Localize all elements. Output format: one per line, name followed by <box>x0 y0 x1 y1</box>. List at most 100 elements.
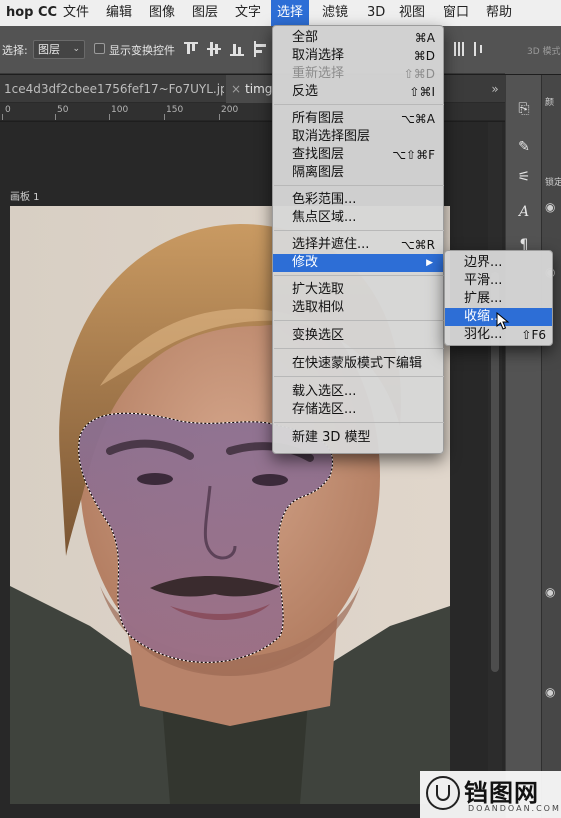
watermark: 铛图网 DOANDOAN.COM <box>420 771 561 818</box>
menu-separator <box>274 275 444 276</box>
menu-item-label: 反选 <box>292 84 319 99</box>
menu-item-shortcut: ⌥⌘A <box>400 112 435 126</box>
menu-item-transform-selection[interactable]: 变换选区 <box>273 327 443 345</box>
menu-item-shortcut: ⌥⇧⌘F <box>392 148 435 162</box>
menu-image[interactable]: 图像 <box>143 0 181 26</box>
adjustments-icon[interactable]: ⚟ <box>512 165 536 189</box>
vertical-scrollbar[interactable] <box>488 122 502 818</box>
menu-item-save-selection[interactable]: 存储选区... <box>273 401 443 419</box>
close-icon[interactable]: × <box>231 82 241 96</box>
menu-separator <box>274 104 444 105</box>
menu-type[interactable]: 文字 <box>229 0 267 26</box>
character-icon[interactable]: A <box>512 200 536 224</box>
menu-item-shortcut: ⌘D <box>413 49 435 63</box>
menu-separator <box>274 422 444 423</box>
modify-submenu: 边界... 平滑... 扩展... 收缩... 羽化... ⇧F6 <box>444 250 553 346</box>
layer-select-dropdown[interactable]: 图层 ⌄ <box>33 40 85 59</box>
menu-item-label: 选取相似 <box>292 300 345 315</box>
menu-item-color-range[interactable]: 色彩范围... <box>273 191 443 209</box>
menu-filter[interactable]: 滤镜 <box>316 0 354 26</box>
menu-item-all-layers[interactable]: 所有图层 ⌥⌘A <box>273 110 443 128</box>
auto-select-label: 选择: <box>2 44 28 57</box>
ruler-tick-label: 150 <box>166 105 184 115</box>
menu-item-deselect-layers[interactable]: 取消选择图层 <box>273 128 443 146</box>
ruler-mark <box>164 114 165 120</box>
menu-file[interactable]: 文件 <box>57 0 95 26</box>
menu-edit[interactable]: 编辑 <box>100 0 138 26</box>
menu-item-load-selection[interactable]: 载入选区... <box>273 383 443 401</box>
menu-help[interactable]: 帮助 <box>480 0 518 26</box>
menu-item-deselect[interactable]: 取消选择 ⌘D <box>273 47 443 65</box>
tab-overflow-button[interactable]: » <box>485 75 505 103</box>
menu-item-shortcut: ⇧F6 <box>521 328 546 342</box>
menu-item-similar[interactable]: 选取相似 <box>273 299 443 317</box>
watermark-title: 铛图网 <box>464 779 539 807</box>
menu-item-focus-area[interactable]: 焦点区域... <box>273 209 443 227</box>
menu-separator <box>274 185 444 186</box>
ruler-tick-label: 0 <box>5 105 11 115</box>
menu-item-label: 选择并遮住... <box>292 237 370 252</box>
eye-icon[interactable]: ◉ <box>545 200 555 214</box>
menu-window[interactable]: 窗口 <box>437 0 475 26</box>
distribute-2-icon[interactable] <box>472 40 486 58</box>
align-vertical-center-icon[interactable] <box>207 40 221 58</box>
menu-item-quick-mask[interactable]: 在快速蒙版模式下编辑 <box>273 355 443 373</box>
ruler-mark <box>2 114 3 120</box>
menu-3d[interactable]: 3D <box>361 0 391 26</box>
menu-item-reselect: 重新选择 ⇧⌘D <box>273 65 443 83</box>
menu-item-modify[interactable]: 修改 ▶ <box>273 254 443 272</box>
show-transform-label: 显示变换控件 <box>109 44 175 57</box>
menu-separator <box>274 230 444 231</box>
menu-item-label: 扩展... <box>464 291 503 306</box>
menu-item-label: 存储选区... <box>292 402 357 417</box>
side-panel: 颜 锁定 ◉ ◉ ◉ ◉ <box>541 75 561 818</box>
menu-view[interactable]: 视图 <box>393 0 431 26</box>
align-left-icon[interactable] <box>253 40 267 58</box>
menu-item-select-and-mask[interactable]: 选择并遮住... ⌥⌘R <box>273 236 443 254</box>
menu-item-all[interactable]: 全部 ⌘A <box>273 29 443 47</box>
ruler-tick-label: 50 <box>57 105 69 115</box>
brush-icon[interactable]: ✎ <box>512 135 536 159</box>
panel-title: 颜 <box>545 98 555 108</box>
menu-item-label: 焦点区域... <box>292 210 357 225</box>
watermark-subtitle: DOANDOAN.COM <box>468 804 561 813</box>
history-icon[interactable]: ⎘ <box>512 97 536 121</box>
menu-item-shortcut: ⇧⌘I <box>409 85 435 99</box>
menu-item-label: 在快速蒙版模式下编辑 <box>292 356 423 371</box>
menu-layer[interactable]: 图层 <box>186 0 224 26</box>
menu-item-find-layers[interactable]: 查找图层 ⌥⇧⌘F <box>273 146 443 164</box>
align-top-icon[interactable] <box>184 40 198 58</box>
eye-icon[interactable]: ◉ <box>545 685 555 699</box>
menu-item-grow[interactable]: 扩大选取 <box>273 281 443 299</box>
bell-logo-icon <box>426 776 460 810</box>
menu-item-isolate-layers[interactable]: 隔离图层 <box>273 164 443 182</box>
tab-jpeg[interactable]: 1ce4d3df2cbee1756fef17~Fo7UYL.jpeg <box>0 75 224 103</box>
layer-select-value: 图层 <box>38 43 60 56</box>
lock-label: 锁定 <box>545 178 561 188</box>
tab-timg[interactable]: × timg <box>226 75 272 103</box>
menu-item-label: 取消选择图层 <box>292 129 371 144</box>
align-bottom-icon[interactable] <box>230 40 244 58</box>
menu-item-inverse[interactable]: 反选 ⇧⌘I <box>273 83 443 101</box>
menu-select[interactable]: 选择 <box>271 0 310 26</box>
menu-separator <box>274 320 444 321</box>
submenu-item-smooth[interactable]: 平滑... <box>445 272 552 290</box>
menu-item-new-3d-model[interactable]: 新建 3D 模型 <box>273 429 443 447</box>
artboard-label: 画板 1 <box>10 192 40 203</box>
eye-icon[interactable]: ◉ <box>545 585 555 599</box>
select-menu-dropdown: 全部 ⌘A 取消选择 ⌘D 重新选择 ⇧⌘D 反选 ⇧⌘I 所有图层 ⌥⌘A 取消选择图层… <box>272 25 444 454</box>
tab-jpeg-label: 1ce4d3df2cbee1756fef17~Fo7UYL.jpeg <box>4 82 224 96</box>
menu-separator <box>274 348 444 349</box>
menu-item-label: 平滑... <box>464 273 503 288</box>
submenu-item-expand[interactable]: 扩展... <box>445 290 552 308</box>
app-menu[interactable]: hop CC <box>0 0 63 26</box>
submenu-item-border[interactable]: 边界... <box>445 254 552 272</box>
menu-item-label: 色彩范围... <box>292 192 357 207</box>
menu-item-label: 边界... <box>464 255 503 270</box>
menu-item-label: 重新选择 <box>292 66 345 81</box>
panel-tool-strip: ⎘ ✎ ⚟ A ¶ <box>505 75 541 818</box>
chevron-down-icon: ⌄ <box>72 44 80 54</box>
distribute-icon[interactable] <box>452 40 466 58</box>
menu-item-shortcut: ⌥⌘R <box>400 238 435 252</box>
show-transform-checkbox[interactable] <box>94 43 105 54</box>
